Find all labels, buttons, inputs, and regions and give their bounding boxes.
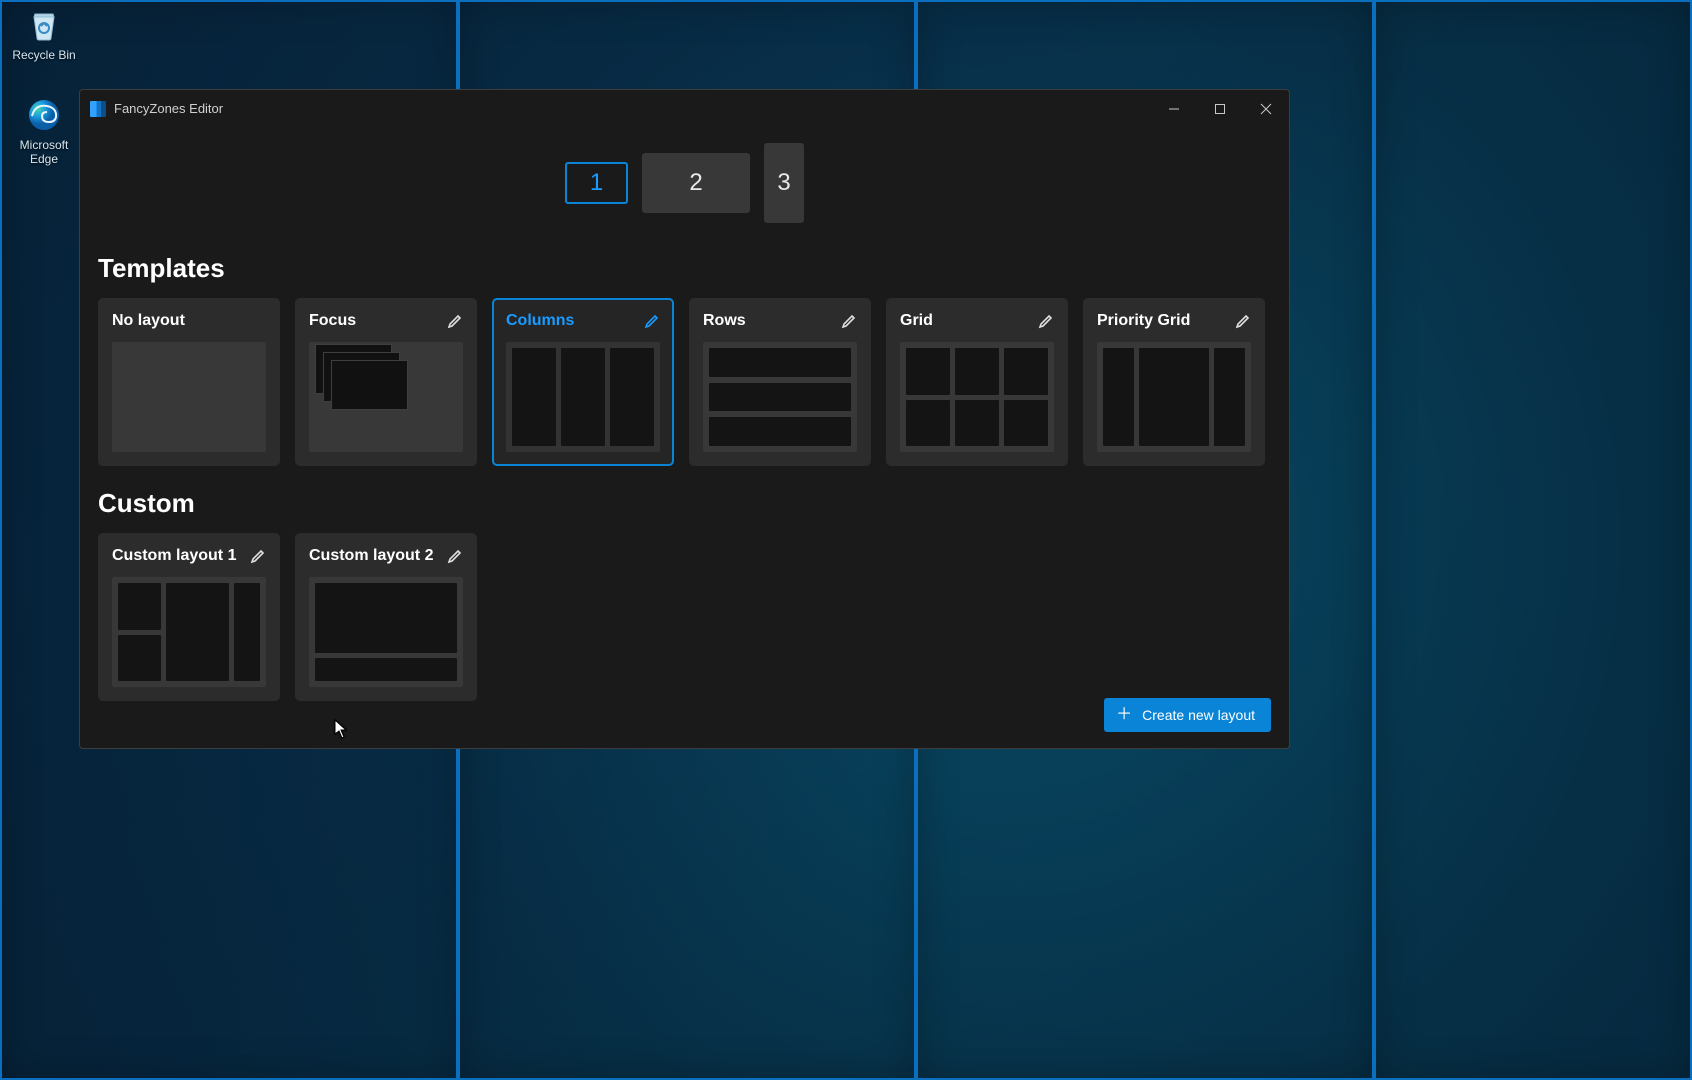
template-preview xyxy=(703,342,857,452)
monitor-3-button[interactable]: 3 xyxy=(764,143,804,223)
template-preview xyxy=(506,342,660,452)
custom-card-1[interactable]: Custom layout 1 xyxy=(98,533,280,701)
titlebar[interactable]: FancyZones Editor xyxy=(80,90,1289,127)
template-preview xyxy=(900,342,1054,452)
template-preview xyxy=(1097,342,1251,452)
custom-name: Custom layout 1 xyxy=(112,547,236,565)
monitor-picker: 1 2 3 xyxy=(80,127,1289,247)
template-preview xyxy=(309,342,463,452)
fancyzones-editor-window: FancyZones Editor 1 2 3 Templates No lay… xyxy=(79,89,1290,749)
app-icon xyxy=(90,101,106,117)
window-title: FancyZones Editor xyxy=(114,101,223,116)
template-card-priority-grid[interactable]: Priority Grid xyxy=(1083,298,1265,466)
template-name: Grid xyxy=(900,312,933,330)
recycle-bin-icon xyxy=(25,6,63,44)
desktop-icon-label: Recycle Bin xyxy=(12,48,75,62)
template-card-grid[interactable]: Grid xyxy=(886,298,1068,466)
templates-heading: Templates xyxy=(98,253,1271,284)
monitor-1-button[interactable]: 1 xyxy=(565,162,628,204)
zone-4 xyxy=(1374,0,1692,1080)
template-name: Focus xyxy=(309,312,356,330)
edit-icon[interactable] xyxy=(1038,313,1054,329)
template-preview xyxy=(112,342,266,452)
create-new-layout-button[interactable]: ＋ Create new layout xyxy=(1104,698,1271,732)
custom-preview xyxy=(309,577,463,687)
create-new-layout-label: Create new layout xyxy=(1142,707,1255,723)
edit-icon[interactable] xyxy=(447,313,463,329)
monitor-2-button[interactable]: 2 xyxy=(642,153,750,213)
templates-row: No layout Focus Columns xyxy=(98,298,1271,466)
maximize-button[interactable] xyxy=(1197,90,1243,127)
template-card-no-layout[interactable]: No layout xyxy=(98,298,280,466)
custom-row: Custom layout 1 Custom layout 2 xyxy=(98,533,1271,701)
window-controls xyxy=(1151,90,1289,127)
template-card-rows[interactable]: Rows xyxy=(689,298,871,466)
template-name: Priority Grid xyxy=(1097,312,1190,330)
edit-icon[interactable] xyxy=(1235,313,1251,329)
template-name: Rows xyxy=(703,312,746,330)
minimize-button[interactable] xyxy=(1151,90,1197,127)
custom-card-2[interactable]: Custom layout 2 xyxy=(295,533,477,701)
edit-icon[interactable] xyxy=(447,548,463,564)
edit-icon[interactable] xyxy=(841,313,857,329)
custom-name: Custom layout 2 xyxy=(309,547,433,565)
template-name: No layout xyxy=(112,312,185,330)
plus-icon: ＋ xyxy=(1116,707,1132,723)
template-card-columns[interactable]: Columns xyxy=(492,298,674,466)
custom-preview xyxy=(112,577,266,687)
desktop-icon-microsoft-edge[interactable]: Microsoft Edge xyxy=(4,96,84,166)
desktop-icon-label: Microsoft Edge xyxy=(20,138,69,166)
custom-heading: Custom xyxy=(98,488,1271,519)
mouse-cursor xyxy=(334,719,348,739)
template-name: Columns xyxy=(506,312,574,330)
edge-icon xyxy=(25,96,63,134)
edit-icon[interactable] xyxy=(250,548,266,564)
close-button[interactable] xyxy=(1243,90,1289,127)
template-card-focus[interactable]: Focus xyxy=(295,298,477,466)
desktop-icon-recycle-bin[interactable]: Recycle Bin xyxy=(4,6,84,62)
editor-body: Templates No layout Focus xyxy=(80,247,1289,748)
edit-icon[interactable] xyxy=(644,313,660,329)
